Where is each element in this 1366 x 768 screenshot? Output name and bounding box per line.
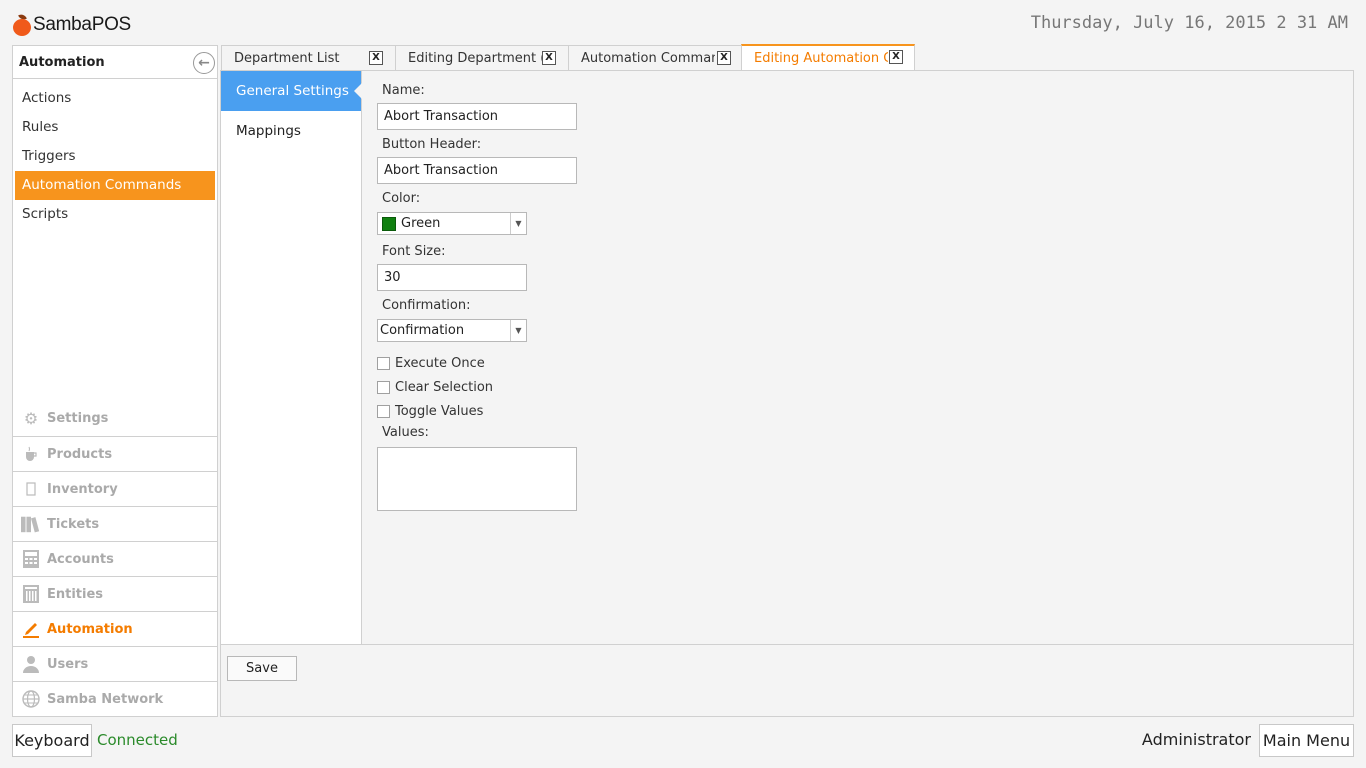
tab-label: Department List: [234, 51, 340, 66]
nav-label: Tickets: [47, 516, 100, 532]
nav-label: Accounts: [47, 551, 114, 567]
tab-close-icon[interactable]: X: [542, 51, 556, 65]
clear-selection-checkbox[interactable]: Clear Selection: [377, 375, 577, 399]
button-header-label: Button Header:: [382, 137, 482, 152]
nav-automation[interactable]: Automation: [13, 611, 217, 646]
checkbox-label: Execute Once: [395, 355, 485, 371]
name-label: Name:: [382, 83, 425, 98]
sidebar-item-triggers[interactable]: Triggers: [15, 142, 215, 171]
nav-label: Entities: [47, 586, 104, 602]
nav-tickets[interactable]: Tickets: [13, 506, 217, 541]
checkbox-box[interactable]: [377, 356, 390, 370]
apple-icon: [12, 12, 32, 36]
pencil-icon: [21, 619, 41, 639]
color-label: Color:: [382, 191, 421, 206]
checkbox-box[interactable]: [377, 404, 390, 418]
sidebar-item-actions[interactable]: Actions: [15, 84, 215, 113]
tab-automation-commands[interactable]: Automation Comman X: [568, 45, 742, 71]
tab-mappings[interactable]: Mappings: [221, 111, 361, 151]
sidebar-item-automation-commands[interactable]: Automation Commands: [15, 171, 215, 200]
nav-users[interactable]: Users: [13, 646, 217, 681]
app-logo: SambaPOS: [12, 12, 131, 38]
nav-label: Settings: [47, 411, 109, 426]
tab-label: Editing Department (F: [408, 51, 544, 66]
values-label: Values:: [382, 425, 429, 440]
sidebar: Automation ← Actions Rules Triggers Auto…: [12, 45, 218, 717]
user-icon: [21, 654, 41, 674]
chevron-down-icon[interactable]: ▼: [510, 213, 526, 234]
checkbox-box[interactable]: [377, 380, 390, 394]
color-swatch: [382, 216, 396, 231]
sidebar-item-scripts[interactable]: Scripts: [15, 200, 215, 229]
color-value: Green: [401, 216, 441, 231]
module-nav: ⚙ Settings Products Inventory Tickets Ac…: [13, 401, 217, 716]
tab-close-icon[interactable]: X: [717, 51, 731, 65]
nav-inventory[interactable]: Inventory: [13, 471, 217, 506]
tab-editing-department[interactable]: Editing Department (F X: [395, 45, 569, 71]
current-user: Administrator: [1141, 730, 1251, 749]
books-icon: [21, 514, 41, 534]
keyboard-button[interactable]: Keyboard: [12, 724, 92, 757]
confirmation-select[interactable]: Confirmation ▼: [377, 319, 527, 342]
box-icon: [21, 479, 41, 499]
calculator-icon: [21, 549, 41, 569]
sidebar-header: Automation ←: [13, 46, 217, 79]
save-button[interactable]: Save: [227, 656, 297, 681]
nav-label: Inventory: [47, 481, 118, 497]
font-size-label: Font Size:: [382, 244, 446, 259]
nav-label: Automation: [47, 621, 133, 637]
logo-text: SambaPOS: [33, 14, 131, 35]
nav-products[interactable]: Products: [13, 436, 217, 471]
main-menu-button[interactable]: Main Menu: [1259, 724, 1354, 757]
connection-status: Connected: [97, 731, 178, 749]
values-textarea[interactable]: [377, 447, 577, 511]
sidebar-item-rules[interactable]: Rules: [15, 113, 215, 142]
tab-label: Editing Automation C: [754, 51, 888, 66]
chevron-down-icon[interactable]: ▼: [510, 320, 526, 341]
gear-icon: ⚙: [23, 409, 39, 428]
color-select[interactable]: Green ▼: [377, 212, 527, 235]
checkbox-label: Toggle Values: [395, 403, 484, 419]
sidebar-items: Actions Rules Triggers Automation Comman…: [13, 79, 217, 229]
font-size-input[interactable]: 30: [377, 264, 527, 291]
datetime-display: Thursday, July 16, 2015 2 31 AM: [1030, 13, 1348, 33]
nav-label: Samba Network: [47, 691, 164, 707]
execute-once-checkbox[interactable]: Execute Once: [377, 351, 577, 375]
section-nav: General Settings Mappings: [221, 71, 362, 644]
confirmation-label: Confirmation:: [382, 298, 471, 313]
nav-accounts[interactable]: Accounts: [13, 541, 217, 576]
tab-close-icon[interactable]: X: [889, 50, 903, 64]
sidebar-title: Automation: [19, 54, 105, 70]
nav-label: Users: [47, 656, 89, 672]
back-arrow-icon[interactable]: ←: [193, 52, 215, 74]
nav-label: Products: [47, 446, 113, 462]
tab-label: Automation Comman: [581, 51, 715, 66]
editor-footer: Save: [221, 644, 1353, 716]
checkbox-label: Clear Selection: [395, 379, 494, 395]
editor-panel: General Settings Mappings Name: Abort Tr…: [220, 70, 1354, 717]
nav-entities[interactable]: Entities: [13, 576, 217, 611]
button-header-input[interactable]: Abort Transaction: [377, 157, 577, 184]
tab-close-icon[interactable]: X: [369, 51, 383, 65]
nav-settings[interactable]: ⚙ Settings: [13, 401, 217, 436]
tab-editing-automation-command[interactable]: Editing Automation C X: [741, 44, 915, 72]
cup-icon: [21, 444, 41, 464]
document-tabs: Department List X Editing Department (F …: [221, 44, 915, 72]
tab-department-list[interactable]: Department List X: [221, 45, 396, 71]
command-form: Name: Abort Transaction Button Header: A…: [377, 83, 577, 511]
nav-samba-network[interactable]: Samba Network: [13, 681, 217, 716]
grid-icon: [21, 584, 41, 604]
globe-icon: [21, 689, 41, 709]
tab-general-settings[interactable]: General Settings: [221, 71, 362, 111]
name-input[interactable]: Abort Transaction: [377, 103, 577, 130]
toggle-values-checkbox[interactable]: Toggle Values: [377, 399, 577, 423]
confirmation-value: Confirmation: [380, 323, 465, 338]
